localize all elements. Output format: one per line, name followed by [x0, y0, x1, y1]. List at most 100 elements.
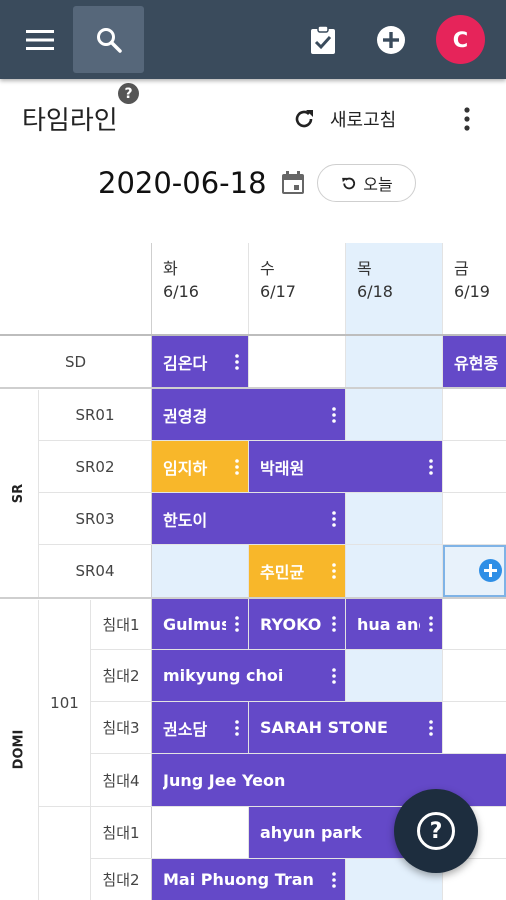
- top-app-bar: C: [0, 0, 506, 79]
- booking-guest-name: 한도이: [163, 510, 208, 530]
- help-fab[interactable]: ?: [394, 789, 478, 873]
- avatar-initial: C: [452, 27, 469, 52]
- row-label-sd: SD: [64, 352, 87, 371]
- page-title: 타임라인: [22, 106, 118, 136]
- today-label: 오늘: [363, 175, 393, 194]
- today-button[interactable]: 오늘: [317, 164, 416, 202]
- booking-block[interactable]: Gulmus: [152, 599, 248, 649]
- row-label-sr04: SR04: [75, 562, 115, 580]
- day-date: 6/19: [454, 282, 490, 301]
- add-button[interactable]: [368, 20, 414, 60]
- booking-guest-name: 추민균: [260, 563, 305, 582]
- restore-icon: [342, 177, 356, 189]
- booking-block[interactable]: ahyun park: [249, 807, 409, 858]
- more-vert-icon[interactable]: [420, 702, 442, 753]
- more-vert-icon[interactable]: [323, 599, 345, 649]
- group-label-domi: DOMI: [0, 599, 38, 900]
- day-date: 6/17: [260, 282, 296, 301]
- empty-cell[interactable]: [152, 545, 248, 597]
- group-label-text: DOMI: [11, 729, 27, 770]
- row-label-sr01: SR01: [75, 405, 115, 424]
- booking-guest-name: Mai Phuong Tran: [163, 870, 314, 889]
- booking-guest-name: 임지하: [163, 458, 208, 478]
- app-root: C 타임라인 ? 새로고침 2020-06-18 오늘 화 6/16 수 6/17 …: [0, 0, 506, 900]
- booking-block[interactable]: mikyung choi: [152, 650, 345, 701]
- booking-guest-name: SARAH STONE: [260, 718, 388, 737]
- booking-guest-name: ahyun park: [260, 823, 362, 842]
- more-vert-icon: [464, 107, 470, 131]
- booking-guest-name: mikyung choi: [163, 666, 284, 685]
- more-vert-icon[interactable]: [323, 545, 345, 597]
- booking-block[interactable]: 추민균: [249, 545, 345, 597]
- row-label-bed4: 침대4: [102, 771, 140, 790]
- booking-guest-name: RYOKO ...: [260, 614, 323, 634]
- refresh-icon: [295, 110, 313, 128]
- day-date: 6/18: [357, 282, 393, 301]
- booking-guest-name: 권영경: [163, 406, 208, 426]
- row-label-bed1-room2: 침대1: [102, 824, 140, 842]
- booking-block[interactable]: 권소담: [152, 702, 248, 753]
- booking-block[interactable]: 임지하: [152, 441, 248, 492]
- group-label-text: SR: [11, 483, 27, 503]
- booking-block[interactable]: hua ang: [346, 599, 442, 649]
- booking-block[interactable]: 박래원: [249, 441, 442, 492]
- more-vert-icon[interactable]: [323, 493, 345, 544]
- booking-block[interactable]: SARAH STONE: [249, 702, 442, 753]
- add-circle-icon: [377, 26, 405, 54]
- booking-block[interactable]: Mai Phuong Tran: [152, 859, 345, 900]
- help-icon: ?: [417, 812, 455, 850]
- booking-block[interactable]: RYOKO ...: [249, 599, 345, 649]
- row-label-bed2-room2: 침대2: [102, 871, 140, 889]
- booking-block[interactable]: 한도이: [152, 493, 345, 544]
- more-vert-icon[interactable]: [420, 441, 442, 492]
- group-label-sr: SR: [0, 389, 38, 597]
- row-label-sr02: SR02: [75, 457, 115, 476]
- day-of-week: 목: [357, 259, 372, 278]
- booking-guest-name: hua ang: [357, 614, 420, 634]
- row-label-bed2: 침대2: [102, 667, 140, 685]
- more-vert-icon[interactable]: [226, 599, 248, 649]
- more-vert-icon[interactable]: [420, 599, 442, 649]
- more-vert-icon[interactable]: [226, 441, 248, 492]
- more-options-button[interactable]: [455, 103, 479, 135]
- booking-block[interactable]: 유현종: [443, 336, 506, 387]
- day-header-1: 화 6/16: [152, 243, 249, 334]
- day-header-3: 목 6/18: [346, 243, 443, 334]
- more-vert-icon[interactable]: [226, 336, 248, 387]
- row-label-room-101: 101: [50, 693, 79, 712]
- booking-guest-name: 유현종: [454, 353, 499, 373]
- row-label-bed1: 침대1: [102, 615, 140, 634]
- menu-button[interactable]: [14, 20, 66, 60]
- booking-block[interactable]: 김온다: [152, 336, 248, 387]
- help-badge[interactable]: ?: [118, 83, 139, 104]
- search-icon: [96, 27, 122, 53]
- booking-guest-name: Gulmus: [163, 614, 226, 634]
- day-header-4: 금 6/19: [443, 243, 506, 334]
- row-label-bed3: 침대3: [102, 719, 140, 737]
- more-vert-icon[interactable]: [323, 389, 345, 440]
- avatar[interactable]: C: [436, 15, 485, 64]
- row-label-sr03: SR03: [75, 509, 115, 528]
- day-of-week: 수: [260, 259, 275, 278]
- day-of-week: 금: [454, 259, 469, 278]
- refresh-button[interactable]: 새로고침: [292, 104, 422, 134]
- day-header-2: 수 6/17: [249, 243, 346, 334]
- add-icon: [484, 564, 497, 577]
- current-date: 2020-06-18: [98, 166, 267, 200]
- menu-icon: [26, 30, 54, 50]
- search-button[interactable]: [73, 6, 144, 73]
- more-vert-icon[interactable]: [323, 859, 345, 900]
- booking-guest-name: 박래원: [260, 458, 305, 478]
- day-date: 6/16: [163, 282, 199, 301]
- task-button[interactable]: [300, 20, 346, 60]
- booking-block[interactable]: 권영경: [152, 389, 345, 440]
- day-of-week: 화: [163, 259, 178, 278]
- clipboard-check-icon: [311, 25, 335, 54]
- booking-guest-name: 김온다: [163, 353, 208, 373]
- booking-guest-name: 권소담: [163, 719, 208, 739]
- add-booking-button[interactable]: [479, 559, 502, 582]
- more-vert-icon[interactable]: [226, 702, 248, 753]
- date-picker[interactable]: 2020-06-18: [98, 162, 307, 204]
- calendar-icon: [279, 169, 307, 197]
- more-vert-icon[interactable]: [323, 650, 345, 701]
